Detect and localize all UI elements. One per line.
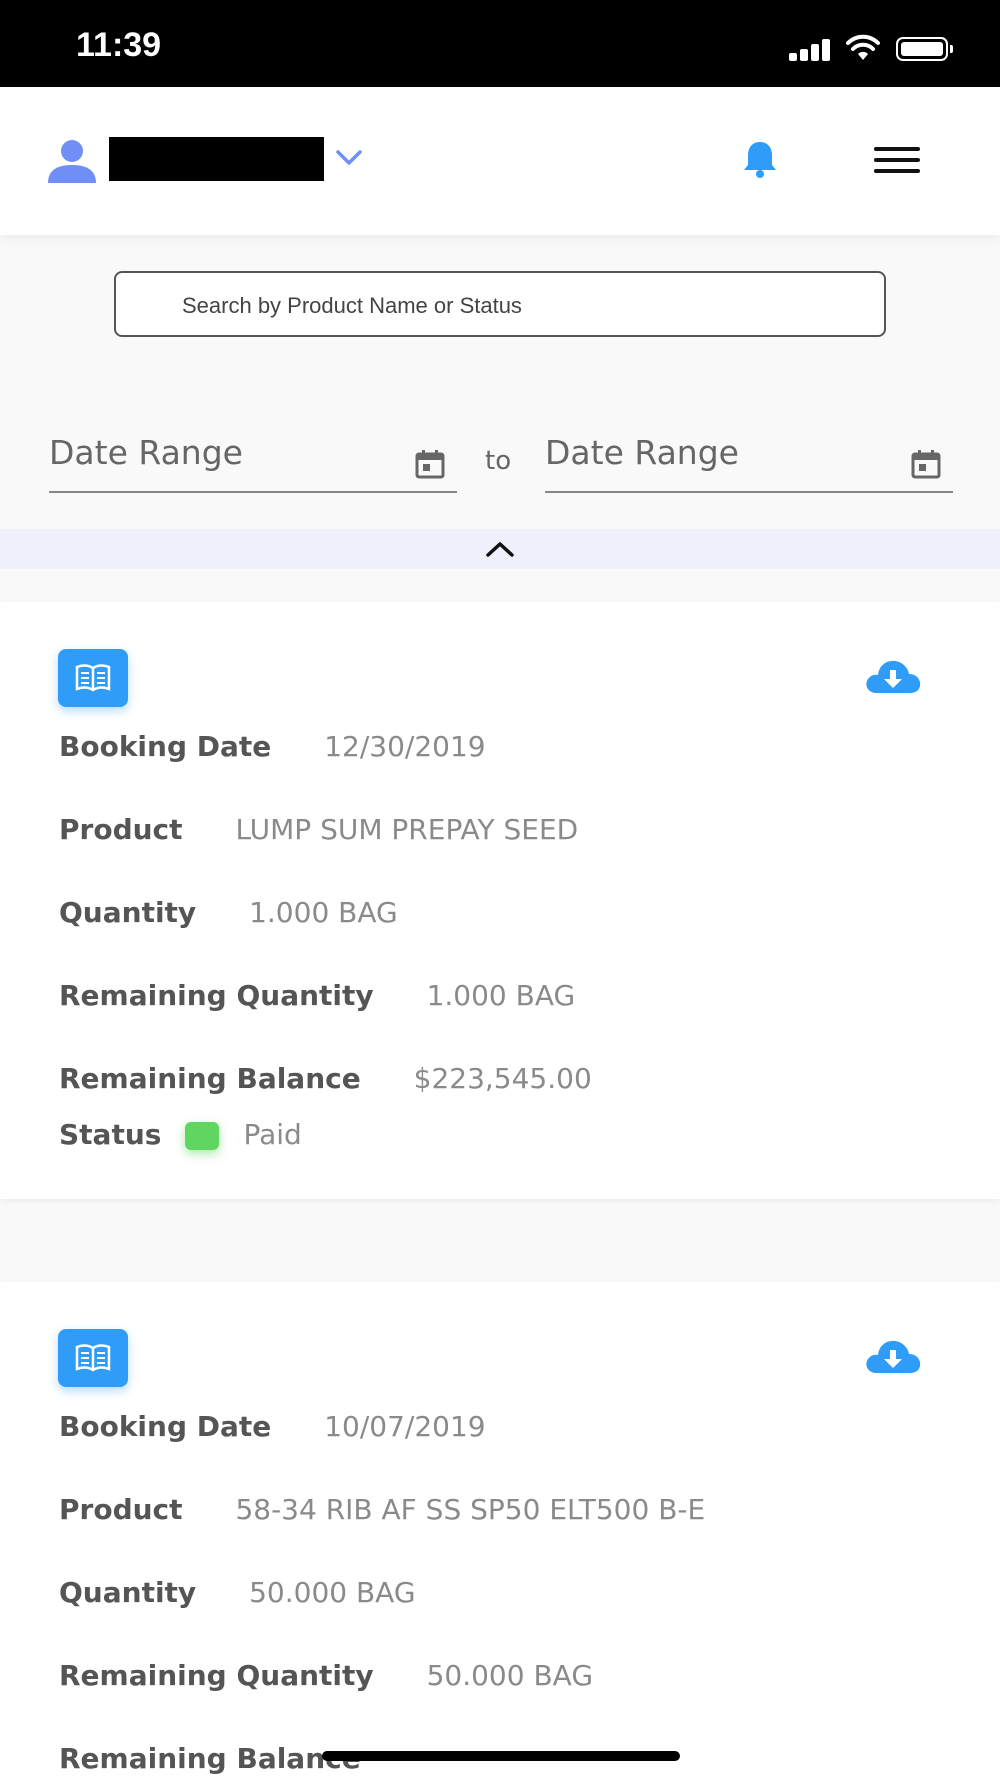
calendar-icon[interactable] [415, 449, 445, 479]
booking-date-value: 10/07/2019 [324, 1410, 486, 1443]
product-value: LUMP SUM PREPAY SEED [235, 813, 579, 846]
remaining-balance-row: Remaining Balance $223,545.00 [59, 1062, 592, 1095]
remaining-balance-row: Remaining Balance [59, 1742, 361, 1775]
start-date-label: Date Range [49, 433, 243, 472]
product-label: Product [59, 1493, 183, 1526]
chevron-up-icon[interactable] [484, 539, 516, 559]
booking-date-value: 12/30/2019 [324, 730, 486, 763]
remaining-quantity-row: Remaining Quantity 50.000 BAG [59, 1659, 593, 1692]
booking-date-label: Booking Date [59, 730, 272, 763]
quantity-label: Quantity [59, 896, 197, 929]
status-label: Status [59, 1118, 162, 1151]
status-row: Status Paid [59, 1118, 302, 1151]
status-indicator [185, 1122, 220, 1150]
search-input[interactable]: Search by Product Name or Status [114, 271, 886, 337]
remaining-quantity-value: 50.000 BAG [426, 1659, 594, 1692]
quantity-row: Quantity 1.000 BAG [59, 896, 398, 929]
bell-icon[interactable] [740, 139, 780, 179]
wifi-icon [846, 34, 880, 60]
remaining-quantity-label: Remaining Quantity [59, 979, 374, 1012]
booking-card[interactable]: Booking Date 10/07/2019 Product 58-34 RI… [0, 1282, 1000, 1778]
book-icon [75, 1344, 111, 1372]
status-bar: 11:39 [0, 0, 1000, 87]
chevron-down-icon[interactable] [335, 149, 363, 167]
cellular-signal-icon [789, 39, 831, 61]
menu-button[interactable] [874, 147, 920, 173]
app-header [0, 87, 1000, 235]
booking-date-row: Booking Date 10/07/2019 [59, 1410, 486, 1443]
status-time: 11:39 [76, 26, 162, 64]
cloud-download-icon[interactable] [863, 1337, 923, 1377]
booking-card[interactable]: Booking Date 12/30/2019 Product LUMP SUM… [0, 602, 1000, 1199]
battery-icon [896, 37, 953, 61]
cloud-download-icon[interactable] [863, 657, 923, 697]
booking-date-label: Booking Date [59, 1410, 272, 1443]
collapse-filters-bar[interactable] [0, 529, 1000, 569]
end-date-label: Date Range [545, 433, 739, 472]
booking-details-button[interactable] [58, 649, 128, 707]
quantity-value: 1.000 BAG [249, 896, 398, 929]
user-icon[interactable] [46, 139, 98, 183]
quantity-value: 50.000 BAG [249, 1576, 416, 1609]
product-label: Product [59, 813, 183, 846]
remaining-quantity-label: Remaining Quantity [59, 1659, 374, 1692]
product-row: Product 58-34 RIB AF SS SP50 ELT500 B-E [59, 1493, 705, 1526]
remaining-balance-value: $223,545.00 [413, 1062, 592, 1095]
user-name[interactable] [109, 137, 324, 181]
start-date-field[interactable]: Date Range [49, 425, 457, 493]
search-placeholder: Search by Product Name or Status [182, 293, 522, 318]
remaining-quantity-row: Remaining Quantity 1.000 BAG [59, 979, 575, 1012]
remaining-balance-label: Remaining Balance [59, 1742, 361, 1775]
home-indicator[interactable] [322, 1751, 680, 1761]
date-separator: to [485, 446, 512, 476]
quantity-row: Quantity 50.000 BAG [59, 1576, 416, 1609]
book-icon [75, 664, 111, 692]
calendar-icon[interactable] [911, 449, 941, 479]
product-value: 58-34 RIB AF SS SP50 ELT500 B-E [235, 1493, 706, 1526]
booking-date-row: Booking Date 12/30/2019 [59, 730, 486, 763]
product-row: Product LUMP SUM PREPAY SEED [59, 813, 578, 846]
remaining-balance-label: Remaining Balance [59, 1062, 361, 1095]
end-date-field[interactable]: Date Range [545, 425, 953, 493]
status-value: Paid [243, 1118, 302, 1151]
remaining-quantity-value: 1.000 BAG [426, 979, 576, 1012]
booking-details-button[interactable] [58, 1329, 128, 1387]
quantity-label: Quantity [59, 1576, 197, 1609]
